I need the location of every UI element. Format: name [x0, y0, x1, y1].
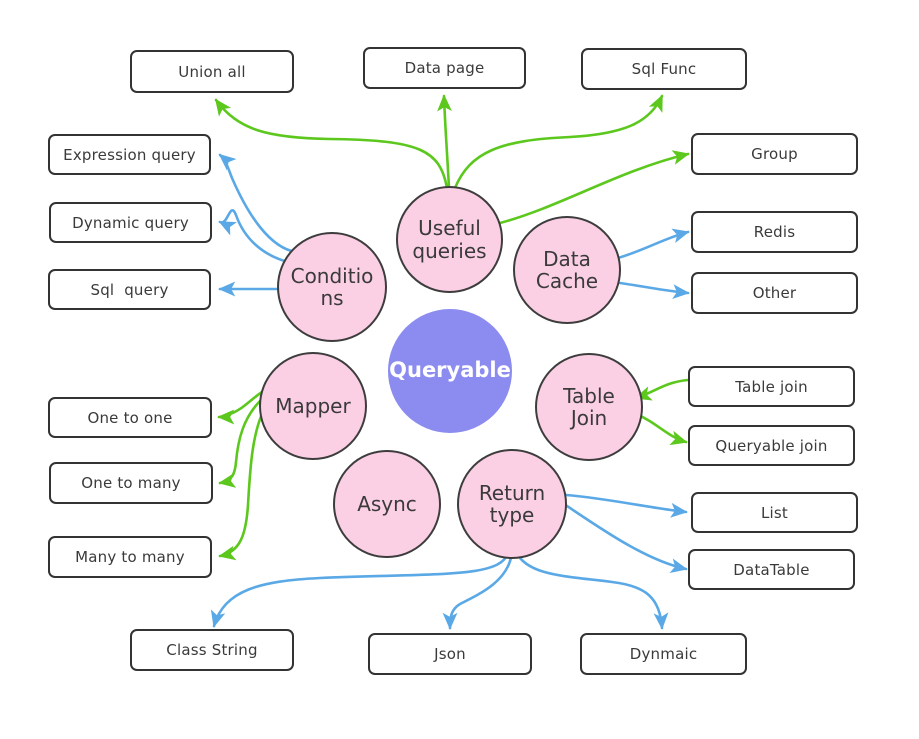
leaf-box-label: Table join [735, 377, 808, 396]
branch-node-useful-queries[interactable]: Useful queries [396, 186, 503, 293]
leaf-box-queryable-join[interactable]: Queryable join [688, 425, 855, 466]
edge-return-type-dynmaic [514, 550, 669, 630]
leaf-box-list[interactable]: List [691, 492, 858, 533]
branch-node-label: Data Cache [535, 246, 599, 293]
leaf-box-label: Redis [753, 223, 796, 241]
edge-data-cache-redis [616, 228, 690, 260]
leaf-box-group[interactable]: Group [691, 133, 858, 175]
leaf-box-label: Other [752, 284, 797, 302]
mindmap-canvas: Queryable Useful queries Conditio ns Dat… [0, 0, 919, 739]
leaf-box-data-page[interactable]: Data page [363, 47, 526, 89]
center-node-label: Queryable [389, 358, 511, 383]
edge-conditions-expression-query [218, 153, 298, 254]
leaf-box-label: Data page [404, 59, 485, 77]
leaf-box-expression-query[interactable]: Expression query [48, 134, 211, 175]
leaf-box-dynmaic[interactable]: Dynmaic [580, 633, 747, 675]
leaf-box-many-to-many[interactable]: Many to many [48, 536, 212, 578]
leaf-box-datatable[interactable]: DataTable [688, 549, 855, 590]
branch-node-label: Useful queries [412, 216, 487, 263]
branch-node-async[interactable]: Async [333, 450, 441, 558]
leaf-box-label: Sql query [90, 280, 169, 299]
leaf-box-label: Queryable join [715, 436, 828, 455]
branch-node-conditions[interactable]: Conditio ns [277, 232, 387, 342]
edge-mapper-many-to-many [218, 404, 268, 561]
edge-return-type-class-string [210, 551, 510, 628]
branch-node-label: Return type [478, 480, 546, 527]
leaf-box-one-to-one[interactable]: One to one [48, 397, 212, 438]
leaf-box-label: Dynamic query [72, 213, 189, 232]
leaf-box-other[interactable]: Other [691, 272, 858, 314]
branch-node-table-join[interactable]: Table Join [535, 353, 643, 461]
leaf-box-label: Json [434, 645, 466, 663]
edge-conditions-dynamic-query [218, 209, 290, 264]
branch-node-mapper[interactable]: Mapper [259, 352, 367, 460]
leaf-box-label: Group [751, 145, 798, 163]
leaf-box-label: One to one [87, 408, 173, 427]
leaf-box-class-string[interactable]: Class String [130, 629, 294, 671]
edge-return-type-json [442, 551, 514, 630]
leaf-box-label: List [760, 503, 789, 522]
leaf-box-sql-query[interactable]: Sql query [48, 269, 211, 310]
edge-useful-queries-union-all [214, 98, 449, 190]
branch-node-label: Table Join [563, 383, 615, 430]
leaf-box-label: Sql Func [631, 60, 697, 78]
leaf-box-label: DataTable [733, 560, 810, 579]
leaf-box-label: Union all [178, 62, 246, 81]
branch-node-label: Conditio ns [290, 263, 374, 310]
edge-mapper-one-to-many [218, 398, 263, 488]
leaf-box-redis[interactable]: Redis [691, 211, 858, 253]
edge-useful-queries-sql-func [453, 94, 664, 190]
leaf-box-union-all[interactable]: Union all [130, 50, 294, 93]
branch-node-label: Async [357, 491, 417, 516]
leaf-box-label: One to many [81, 474, 181, 492]
branch-node-label: Mapper [275, 393, 351, 418]
edge-useful-queries-data-page [437, 94, 452, 190]
branch-node-data-cache[interactable]: Data Cache [513, 216, 621, 324]
edge-return-type-datatable [562, 502, 688, 573]
branch-node-return-type[interactable]: Return type [457, 449, 567, 559]
leaf-box-label: Many to many [75, 548, 185, 566]
edge-useful-queries-group [498, 150, 690, 225]
leaf-box-label: Expression query [63, 145, 196, 164]
edge-mapper-one-to-one [217, 390, 264, 425]
leaf-box-dynamic-query[interactable]: Dynamic query [49, 202, 212, 243]
center-node-queryable[interactable]: Queryable [388, 309, 512, 433]
leaf-box-one-to-many[interactable]: One to many [49, 462, 213, 504]
leaf-box-json[interactable]: Json [368, 633, 532, 675]
edge-data-cache-other [618, 281, 690, 300]
leaf-box-label: Dynmaic [629, 645, 698, 663]
edge-table-join-table-join-leaf [634, 378, 690, 401]
leaf-box-label: Class String [166, 641, 258, 659]
leaf-box-table-join[interactable]: Table join [688, 366, 855, 407]
edge-table-join-queryable-join [634, 412, 688, 446]
leaf-box-sql-func[interactable]: Sql Func [581, 48, 747, 90]
edge-return-type-list [564, 493, 688, 518]
